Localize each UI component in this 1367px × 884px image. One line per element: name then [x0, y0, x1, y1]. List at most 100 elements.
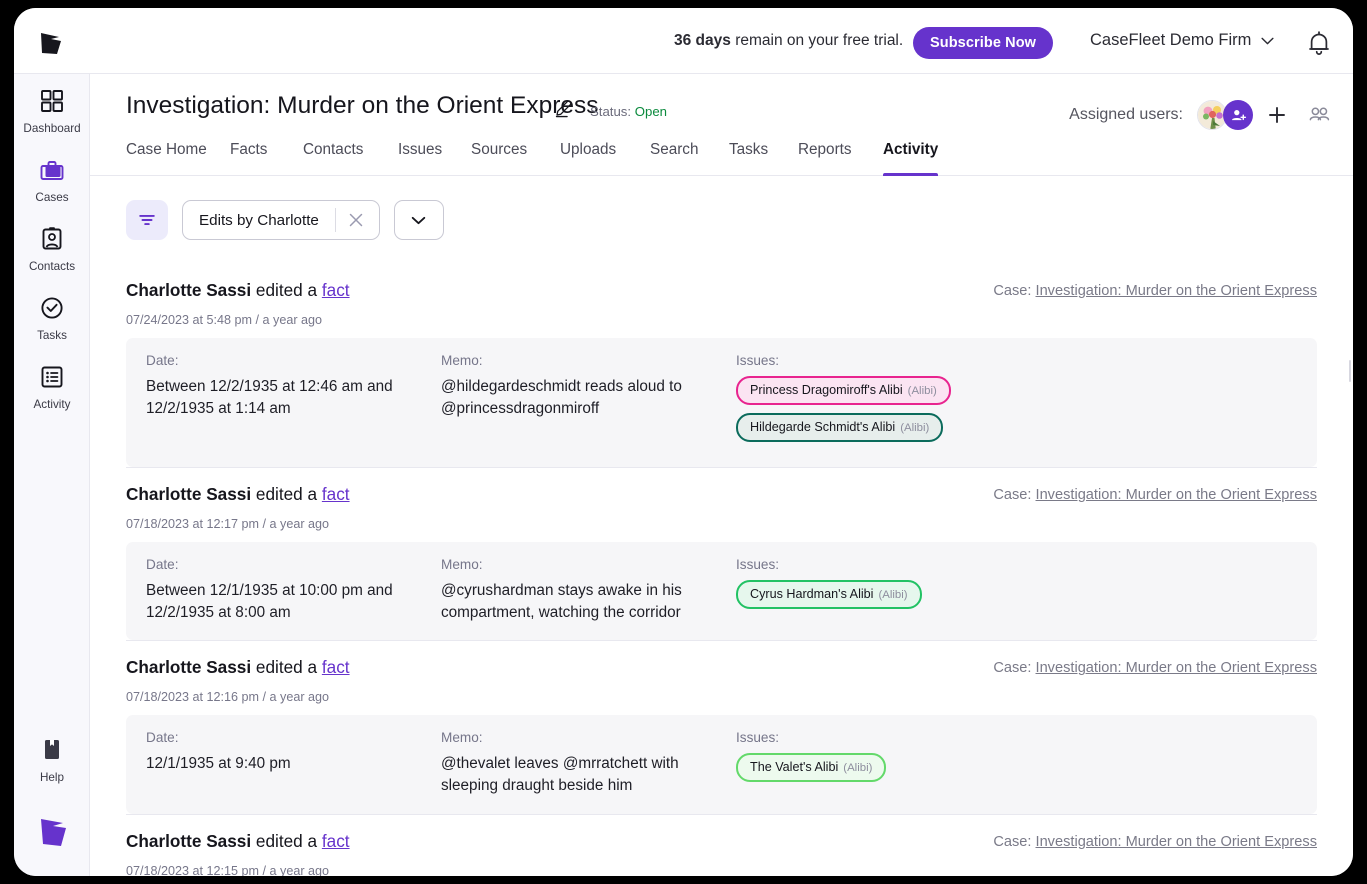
case-link[interactable]: Investigation: Murder on the Orient Expr…	[1036, 660, 1317, 676]
entry-memo-value: @hildegardeschmidt reads aloud to @princ…	[441, 376, 736, 419]
top-bar: 36 days remain on your free trial. Subsc…	[14, 8, 1353, 74]
tab-search[interactable]: Search	[650, 136, 698, 176]
tab-reports[interactable]: Reports	[798, 136, 852, 176]
filter-dropdown-button[interactable]	[394, 200, 444, 240]
tab-issues[interactable]: Issues	[398, 136, 442, 176]
entry-verb: edited a	[251, 831, 322, 851]
case-link[interactable]: Investigation: Murder on the Orient Expr…	[1036, 487, 1317, 503]
trial-days: 36 days	[674, 32, 731, 49]
subscribe-button[interactable]: Subscribe Now	[913, 27, 1053, 59]
sidebar-item-cases[interactable]: Cases	[14, 157, 90, 204]
tab-case-home[interactable]: Case Home	[126, 136, 207, 176]
tab-activity[interactable]: Activity	[883, 136, 938, 176]
issue-tag[interactable]: Cyrus Hardman's Alibi (Alibi)	[736, 580, 922, 609]
entry-memo-value: @cyrushardman stays awake in his compart…	[441, 580, 736, 623]
tab-facts[interactable]: Facts	[230, 136, 267, 176]
filter-bar: Edits by Charlotte	[126, 200, 444, 240]
page-header: Investigation: Murder on the Orient Expr…	[90, 74, 1353, 136]
case-prefix: Case:	[993, 834, 1035, 850]
entry-date-value: Between 12/2/1935 at 12:46 am and 12/2/1…	[146, 376, 441, 419]
entry-memo-value: @thevalet leaves @mrratchett with sleepi…	[441, 753, 736, 796]
status-badge: Status: Open	[590, 104, 667, 119]
sidebar-item-contacts[interactable]: Contacts	[14, 226, 90, 273]
casefleet-flag-logo[interactable]	[39, 30, 75, 56]
column-header: Date:	[146, 353, 441, 368]
column-header: Memo:	[441, 557, 736, 572]
sidebar-item-label: Tasks	[37, 329, 67, 342]
trial-rest: remain on your free trial.	[731, 32, 903, 49]
activity-entry: Charlotte Sassi edited a fact Case: Inve…	[90, 657, 1353, 813]
entry-date-value: Between 12/1/1935 at 10:00 pm and 12/2/1…	[146, 580, 441, 623]
filter-icon	[137, 210, 157, 230]
column-header: Issues:	[736, 353, 1297, 368]
add-user-icon[interactable]	[1223, 100, 1253, 130]
activity-feed[interactable]: Charlotte Sassi edited a fact Case: Inve…	[90, 264, 1353, 876]
case-link[interactable]: Investigation: Murder on the Orient Expr…	[1036, 834, 1317, 850]
issue-tag[interactable]: Princess Dragomiroff's Alibi (Alibi)	[736, 376, 951, 405]
sidebar-item-dashboard[interactable]: Dashboard	[14, 88, 90, 135]
entry-timestamp: 07/18/2023 at 12:16 pm / a year ago	[126, 690, 1317, 704]
entry-timestamp: 07/18/2023 at 12:17 pm / a year ago	[126, 517, 1317, 531]
entry-date-column: Date: Between 12/2/1935 at 12:46 am and …	[146, 353, 441, 450]
tab-tasks[interactable]: Tasks	[729, 136, 768, 176]
entry-memo-column: Memo: @thevalet leaves @mrratchett with …	[441, 730, 736, 796]
filter-chip-label: Edits by Charlotte	[199, 212, 319, 229]
entry-timestamp: 07/18/2023 at 12:15 pm / a year ago	[126, 864, 1317, 876]
entry-detail-card: Date: Between 12/1/1935 at 10:00 pm and …	[126, 542, 1317, 640]
entry-header: Charlotte Sassi edited a fact Case: Inve…	[126, 280, 1317, 306]
left-sidebar: Dashboard Cases Contacts T	[14, 74, 90, 876]
entry-object-link[interactable]: fact	[322, 831, 350, 851]
column-header: Issues:	[736, 557, 1297, 572]
activity-entry: Charlotte Sassi edited a fact Case: Inve…	[90, 831, 1353, 876]
filter-icon-button[interactable]	[126, 200, 168, 240]
people-icon[interactable]	[1307, 103, 1331, 127]
activity-entry: Charlotte Sassi edited a fact Case: Inve…	[90, 484, 1353, 640]
scrollbar-thumb[interactable]	[1349, 360, 1351, 382]
case-tabs: Case Home Facts Contacts Issues Sources …	[90, 136, 1353, 176]
entry-object-link[interactable]: fact	[322, 657, 350, 677]
filter-chip-edits-by-charlotte[interactable]: Edits by Charlotte	[182, 200, 380, 240]
entry-verb: edited a	[251, 657, 322, 677]
casefleet-flag-logo-purple[interactable]	[38, 814, 80, 848]
issue-tag-name: Hildegarde Schmidt's Alibi	[750, 420, 895, 434]
book-icon	[39, 737, 65, 763]
assigned-users-label: Assigned users:	[1069, 106, 1183, 124]
entry-case: Case: Investigation: Murder on the Orien…	[993, 487, 1317, 503]
issue-tag[interactable]: Hildegarde Schmidt's Alibi (Alibi)	[736, 413, 943, 442]
entry-date-column: Date: 12/1/1935 at 9:40 pm	[146, 730, 441, 796]
sidebar-item-label: Help	[40, 771, 64, 784]
sidebar-item-activity[interactable]: Activity	[14, 364, 90, 411]
actor-name: Charlotte Sassi	[126, 831, 251, 851]
plus-icon[interactable]	[1267, 105, 1287, 125]
entry-detail-card: Date: 12/1/1935 at 9:40 pm Memo: @theval…	[126, 715, 1317, 813]
status-value: Open	[635, 104, 667, 119]
sidebar-item-help[interactable]: Help	[14, 737, 90, 784]
tab-contacts[interactable]: Contacts	[303, 136, 363, 176]
firm-menu[interactable]: CaseFleet Demo Firm	[1090, 31, 1274, 50]
issue-tag-name: The Valet's Alibi	[750, 760, 838, 774]
issue-tag[interactable]: The Valet's Alibi (Alibi)	[736, 753, 886, 782]
actor-name: Charlotte Sassi	[126, 657, 251, 677]
divider	[126, 814, 1317, 815]
sidebar-item-tasks[interactable]: Tasks	[14, 295, 90, 342]
close-icon[interactable]	[348, 212, 364, 228]
pencil-icon[interactable]	[554, 98, 574, 118]
entry-object-link[interactable]: fact	[322, 280, 350, 300]
sidebar-item-label: Activity	[33, 398, 70, 411]
contact-card-icon	[39, 226, 65, 252]
entry-object-link[interactable]: fact	[322, 484, 350, 504]
issue-tag-kind: (Alibi)	[900, 422, 929, 434]
tab-uploads[interactable]: Uploads	[560, 136, 616, 176]
entry-memo-column: Memo: @cyrushardman stays awake in his c…	[441, 557, 736, 623]
case-prefix: Case:	[993, 660, 1035, 676]
divider	[126, 640, 1317, 641]
entry-issues-column: Issues: Princess Dragomiroff's Alibi (Al…	[736, 353, 1297, 450]
case-link[interactable]: Investigation: Murder on the Orient Expr…	[1036, 283, 1317, 299]
tab-sources[interactable]: Sources	[471, 136, 527, 176]
entry-case: Case: Investigation: Murder on the Orien…	[993, 660, 1317, 676]
bell-icon[interactable]	[1304, 28, 1334, 58]
issue-tag-kind: (Alibi)	[908, 385, 937, 397]
app-window: 36 days remain on your free trial. Subsc…	[14, 8, 1353, 876]
entry-issues-column: Issues: The Valet's Alibi (Alibi)	[736, 730, 1297, 796]
issue-tag-name: Princess Dragomiroff's Alibi	[750, 383, 903, 397]
